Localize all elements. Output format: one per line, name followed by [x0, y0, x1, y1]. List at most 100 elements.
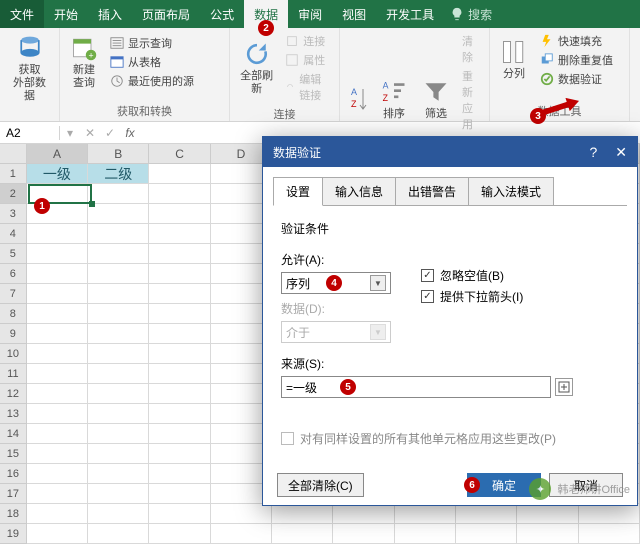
cell[interactable]: [149, 384, 210, 404]
cell[interactable]: [88, 464, 149, 484]
row-header-17[interactable]: 17: [0, 484, 27, 504]
cell[interactable]: [27, 364, 88, 384]
row-header-13[interactable]: 13: [0, 404, 27, 424]
cell[interactable]: [517, 524, 578, 544]
fill-handle[interactable]: [89, 201, 95, 207]
cell[interactable]: [395, 524, 456, 544]
col-header-A[interactable]: A: [27, 144, 88, 164]
name-box[interactable]: A2: [0, 126, 60, 140]
cell[interactable]: [272, 504, 333, 524]
tab-developer[interactable]: 开发工具: [376, 0, 444, 28]
new-query-button[interactable]: + 新建 查询: [66, 32, 102, 92]
cell[interactable]: [211, 524, 272, 544]
cell[interactable]: [456, 504, 517, 524]
row-header-2[interactable]: 2: [0, 184, 27, 204]
allow-combo[interactable]: 序列 4 ▼: [281, 272, 391, 294]
show-queries-button[interactable]: 显示查询: [108, 34, 196, 52]
refresh-all-button[interactable]: 全部刷新: [236, 38, 277, 98]
tab-file[interactable]: 文件: [0, 0, 44, 28]
clear-all-button[interactable]: 全部清除(C): [277, 473, 364, 497]
remove-duplicates-button[interactable]: 删除重复值: [538, 51, 615, 69]
col-header-C[interactable]: C: [149, 144, 210, 164]
row-header-9[interactable]: 9: [0, 324, 27, 344]
cell[interactable]: [517, 504, 578, 524]
tab-review[interactable]: 审阅: [288, 0, 332, 28]
row-header-1[interactable]: 1: [0, 164, 27, 184]
cancel-formula-button[interactable]: ✕: [80, 126, 100, 140]
cell[interactable]: [88, 444, 149, 464]
sort-az-button[interactable]: AZ: [346, 83, 370, 117]
cell[interactable]: [27, 504, 88, 524]
cell[interactable]: [88, 204, 149, 224]
cell[interactable]: [27, 344, 88, 364]
cell[interactable]: [27, 464, 88, 484]
data-validation-button[interactable]: 数据验证: [538, 70, 615, 88]
filter-button[interactable]: 筛选: [418, 76, 454, 123]
cell[interactable]: [149, 484, 210, 504]
cell[interactable]: [27, 524, 88, 544]
cell[interactable]: [272, 524, 333, 544]
row-header-3[interactable]: 3: [0, 204, 27, 224]
cell[interactable]: [579, 524, 640, 544]
row-header-19[interactable]: 19: [0, 524, 27, 544]
row-header-8[interactable]: 8: [0, 304, 27, 324]
tab-formula[interactable]: 公式: [200, 0, 244, 28]
cell[interactable]: [149, 364, 210, 384]
source-input[interactable]: =一级 5: [281, 376, 551, 398]
select-all-corner[interactable]: [0, 144, 27, 164]
cell[interactable]: [88, 384, 149, 404]
row-header-12[interactable]: 12: [0, 384, 27, 404]
row-header-10[interactable]: 10: [0, 344, 27, 364]
cell[interactable]: [149, 244, 210, 264]
cell[interactable]: [27, 424, 88, 444]
tab-insert[interactable]: 插入: [88, 0, 132, 28]
cell[interactable]: [149, 284, 210, 304]
dialog-tab-settings[interactable]: 设置: [273, 177, 323, 206]
cell[interactable]: [149, 444, 210, 464]
cell[interactable]: 二级: [88, 164, 149, 184]
cell[interactable]: [333, 504, 394, 524]
range-picker-button[interactable]: [555, 378, 573, 396]
enter-formula-button[interactable]: ✓: [100, 126, 120, 140]
cell[interactable]: [27, 484, 88, 504]
tell-me-search[interactable]: 搜索: [450, 0, 492, 28]
cell[interactable]: [149, 344, 210, 364]
cell[interactable]: [149, 204, 210, 224]
cell[interactable]: [149, 324, 210, 344]
cell[interactable]: [27, 404, 88, 424]
recent-sources-button[interactable]: 最近使用的源: [108, 72, 196, 90]
tab-data[interactable]: 数据 2: [244, 0, 288, 28]
cell[interactable]: [149, 304, 210, 324]
namebox-dropdown[interactable]: ▾: [60, 126, 80, 140]
cell[interactable]: [27, 224, 88, 244]
dialog-tab-input[interactable]: 输入信息: [322, 177, 396, 206]
col-header-B[interactable]: B: [88, 144, 149, 164]
row-header-5[interactable]: 5: [0, 244, 27, 264]
cell[interactable]: [149, 464, 210, 484]
ignore-blank-checkbox[interactable]: ✓ 忽略空值(B): [421, 267, 523, 284]
cell[interactable]: [88, 364, 149, 384]
cell[interactable]: [27, 444, 88, 464]
get-external-data-button[interactable]: 获取 外部数据: [6, 32, 53, 106]
tab-view[interactable]: 视图: [332, 0, 376, 28]
cell[interactable]: [579, 504, 640, 524]
cell[interactable]: [333, 524, 394, 544]
cell[interactable]: 一级: [27, 164, 88, 184]
cell[interactable]: [395, 504, 456, 524]
row-header-11[interactable]: 11: [0, 364, 27, 384]
row-header-4[interactable]: 4: [0, 224, 27, 244]
from-table-button[interactable]: 从表格: [108, 53, 196, 71]
dialog-tab-ime[interactable]: 输入法模式: [468, 177, 554, 206]
cancel-button[interactable]: 取消: [549, 473, 623, 497]
cell[interactable]: [88, 244, 149, 264]
cell[interactable]: [88, 344, 149, 364]
cell[interactable]: [149, 224, 210, 244]
dialog-help-button[interactable]: ?: [589, 144, 597, 161]
cell[interactable]: [149, 404, 210, 424]
cell[interactable]: [149, 524, 210, 544]
cell[interactable]: [149, 424, 210, 444]
tab-page-layout[interactable]: 页面布局: [132, 0, 200, 28]
cell[interactable]: [88, 264, 149, 284]
dialog-titlebar[interactable]: 数据验证 ? ✕: [263, 137, 637, 167]
cell[interactable]: [149, 164, 210, 184]
